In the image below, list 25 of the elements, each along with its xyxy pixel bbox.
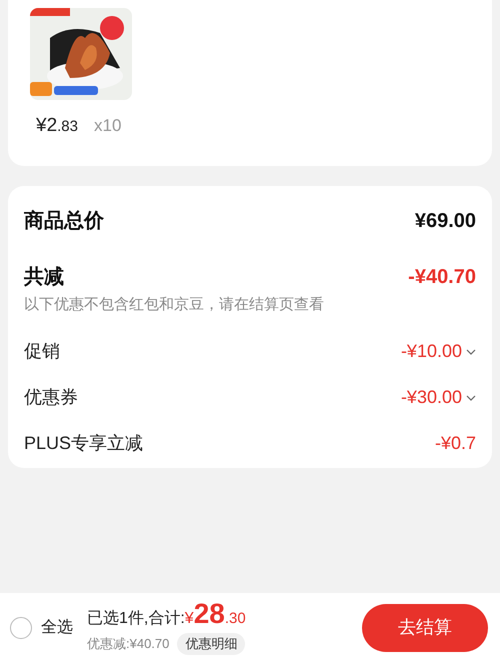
discount-row-label: 优惠券 — [24, 386, 78, 409]
chevron-down-icon[interactable] — [466, 348, 476, 354]
total-value: ¥69.00 — [414, 209, 476, 234]
currency: ¥ — [184, 609, 194, 630]
total-label: 商品总价 — [24, 208, 104, 234]
discount-detail-button[interactable]: 优惠明细 — [177, 633, 246, 655]
select-all-checkbox[interactable] — [10, 616, 32, 638]
discount-row-value: -¥10.00 — [400, 340, 462, 363]
quantity: x10 — [94, 115, 122, 137]
discount-row-value: -¥30.00 — [400, 386, 462, 409]
discount-note: 以下优惠不包含红包和京豆，请在结算页查看 — [24, 295, 325, 315]
discount-value: -¥40.70 — [408, 265, 476, 290]
saved-amount: 优惠减:¥40.70 — [87, 635, 170, 654]
price: ¥2 — [36, 114, 58, 138]
discount-label: 共减 — [24, 265, 64, 290]
discount-row-value: -¥0.7 — [434, 432, 476, 455]
discount-row-label: PLUS专享立减 — [24, 432, 144, 455]
total-amount: 28 — [194, 600, 225, 628]
checkout-button[interactable]: 去结算 — [362, 604, 488, 652]
total-decimal: .30 — [224, 609, 246, 630]
chevron-down-icon[interactable] — [466, 394, 476, 400]
selected-summary: 已选1件,合计: — [87, 608, 185, 630]
price-decimal: .83 — [57, 117, 78, 137]
select-all-label[interactable]: 全选 — [41, 616, 73, 640]
discount-row-label: 促销 — [24, 340, 60, 363]
